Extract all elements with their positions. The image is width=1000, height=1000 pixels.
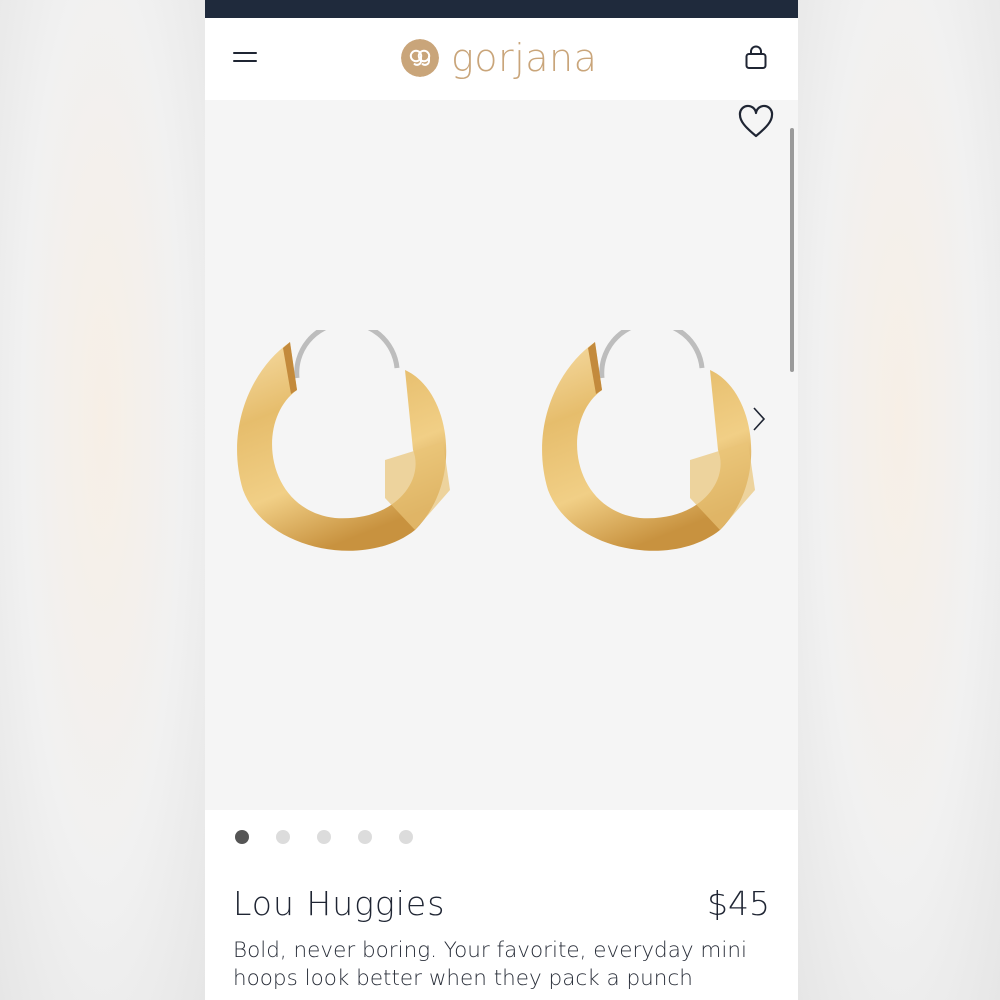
product-name: Lou Huggies [233,884,446,923]
brand-logo[interactable]: gorjana [401,36,597,80]
backdrop-right [798,0,1000,1000]
earring-right [542,330,755,551]
product-image-earrings [237,330,755,551]
chevron-right-icon[interactable] [749,404,769,434]
pagination-dot[interactable] [358,830,372,844]
pagination-dot[interactable] [276,830,290,844]
brand-name: gorjana [451,36,598,80]
hamburger-menu-icon[interactable] [233,50,259,66]
earring-left [237,330,450,551]
product-image-gallery[interactable] [205,100,798,810]
pagination-dot[interactable] [399,830,413,844]
pagination-dot[interactable] [235,830,249,844]
pagination-dot[interactable] [317,830,331,844]
site-header: gorjana [205,18,798,100]
heart-outline-icon[interactable] [737,104,775,140]
gallery-pagination [235,830,413,844]
shopping-bag-icon[interactable] [742,44,770,72]
product-price: $45 [707,884,770,923]
product-title-row: Lou Huggies $45 [233,884,770,923]
product-description: Bold, never boring. Your favorite, every… [233,938,747,991]
backdrop-left [0,0,205,1000]
status-bar [205,0,798,18]
gorjana-monogram-icon [401,39,439,77]
mobile-product-page: gorjana Lou Huggies $45 Bold, never bori… [205,0,798,1000]
scrollbar[interactable] [790,128,794,372]
